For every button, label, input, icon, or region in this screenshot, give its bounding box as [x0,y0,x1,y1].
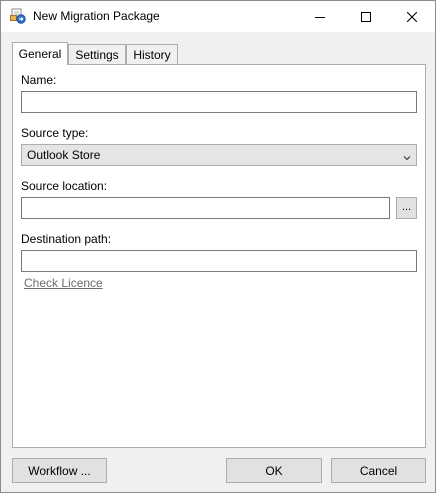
workflow-button[interactable]: Workflow ... [12,458,107,483]
general-tab-panel: Name: Source type: Outlook Store Source … [12,64,426,448]
title-bar[interactable]: New Migration Package [1,1,435,32]
source-location-label: Source location: [21,179,108,193]
workflow-button-label: Workflow ... [28,463,91,478]
close-button[interactable] [389,1,435,32]
tab-general-label: General [18,47,62,61]
minimize-button[interactable] [297,1,343,32]
cancel-button[interactable]: Cancel [331,458,426,483]
cancel-button-label: Cancel [359,463,398,478]
source-type-label: Source type: [21,126,89,140]
source-type-value: Outlook Store [27,148,101,162]
source-location-input[interactable] [21,197,390,219]
browse-button[interactable]: ... [396,197,417,219]
destination-path-input[interactable] [21,250,417,272]
minimize-icon [315,12,325,22]
tab-history-label: History [133,47,171,62]
chevron-down-icon [403,151,411,161]
name-label: Name: [21,73,57,87]
package-migration-icon [10,8,26,24]
close-icon [407,11,417,22]
check-licence-link[interactable]: Check Licence [24,276,103,290]
ok-button-label: OK [265,463,283,478]
ok-button[interactable]: OK [226,458,322,483]
maximize-icon [361,11,371,22]
name-input[interactable] [21,91,417,113]
browse-button-label: ... [401,201,412,213]
window-title: New Migration Package [33,9,160,23]
tab-settings[interactable]: Settings [68,44,126,65]
tab-settings-label: Settings [75,47,119,62]
destination-path-label: Destination path: [21,232,112,246]
maximize-button[interactable] [343,1,389,32]
tab-history[interactable]: History [126,44,178,65]
source-type-select[interactable]: Outlook Store [21,144,417,166]
dialog-window: New Migration Package General Settings H… [0,0,436,493]
tab-general[interactable]: General [12,42,68,65]
